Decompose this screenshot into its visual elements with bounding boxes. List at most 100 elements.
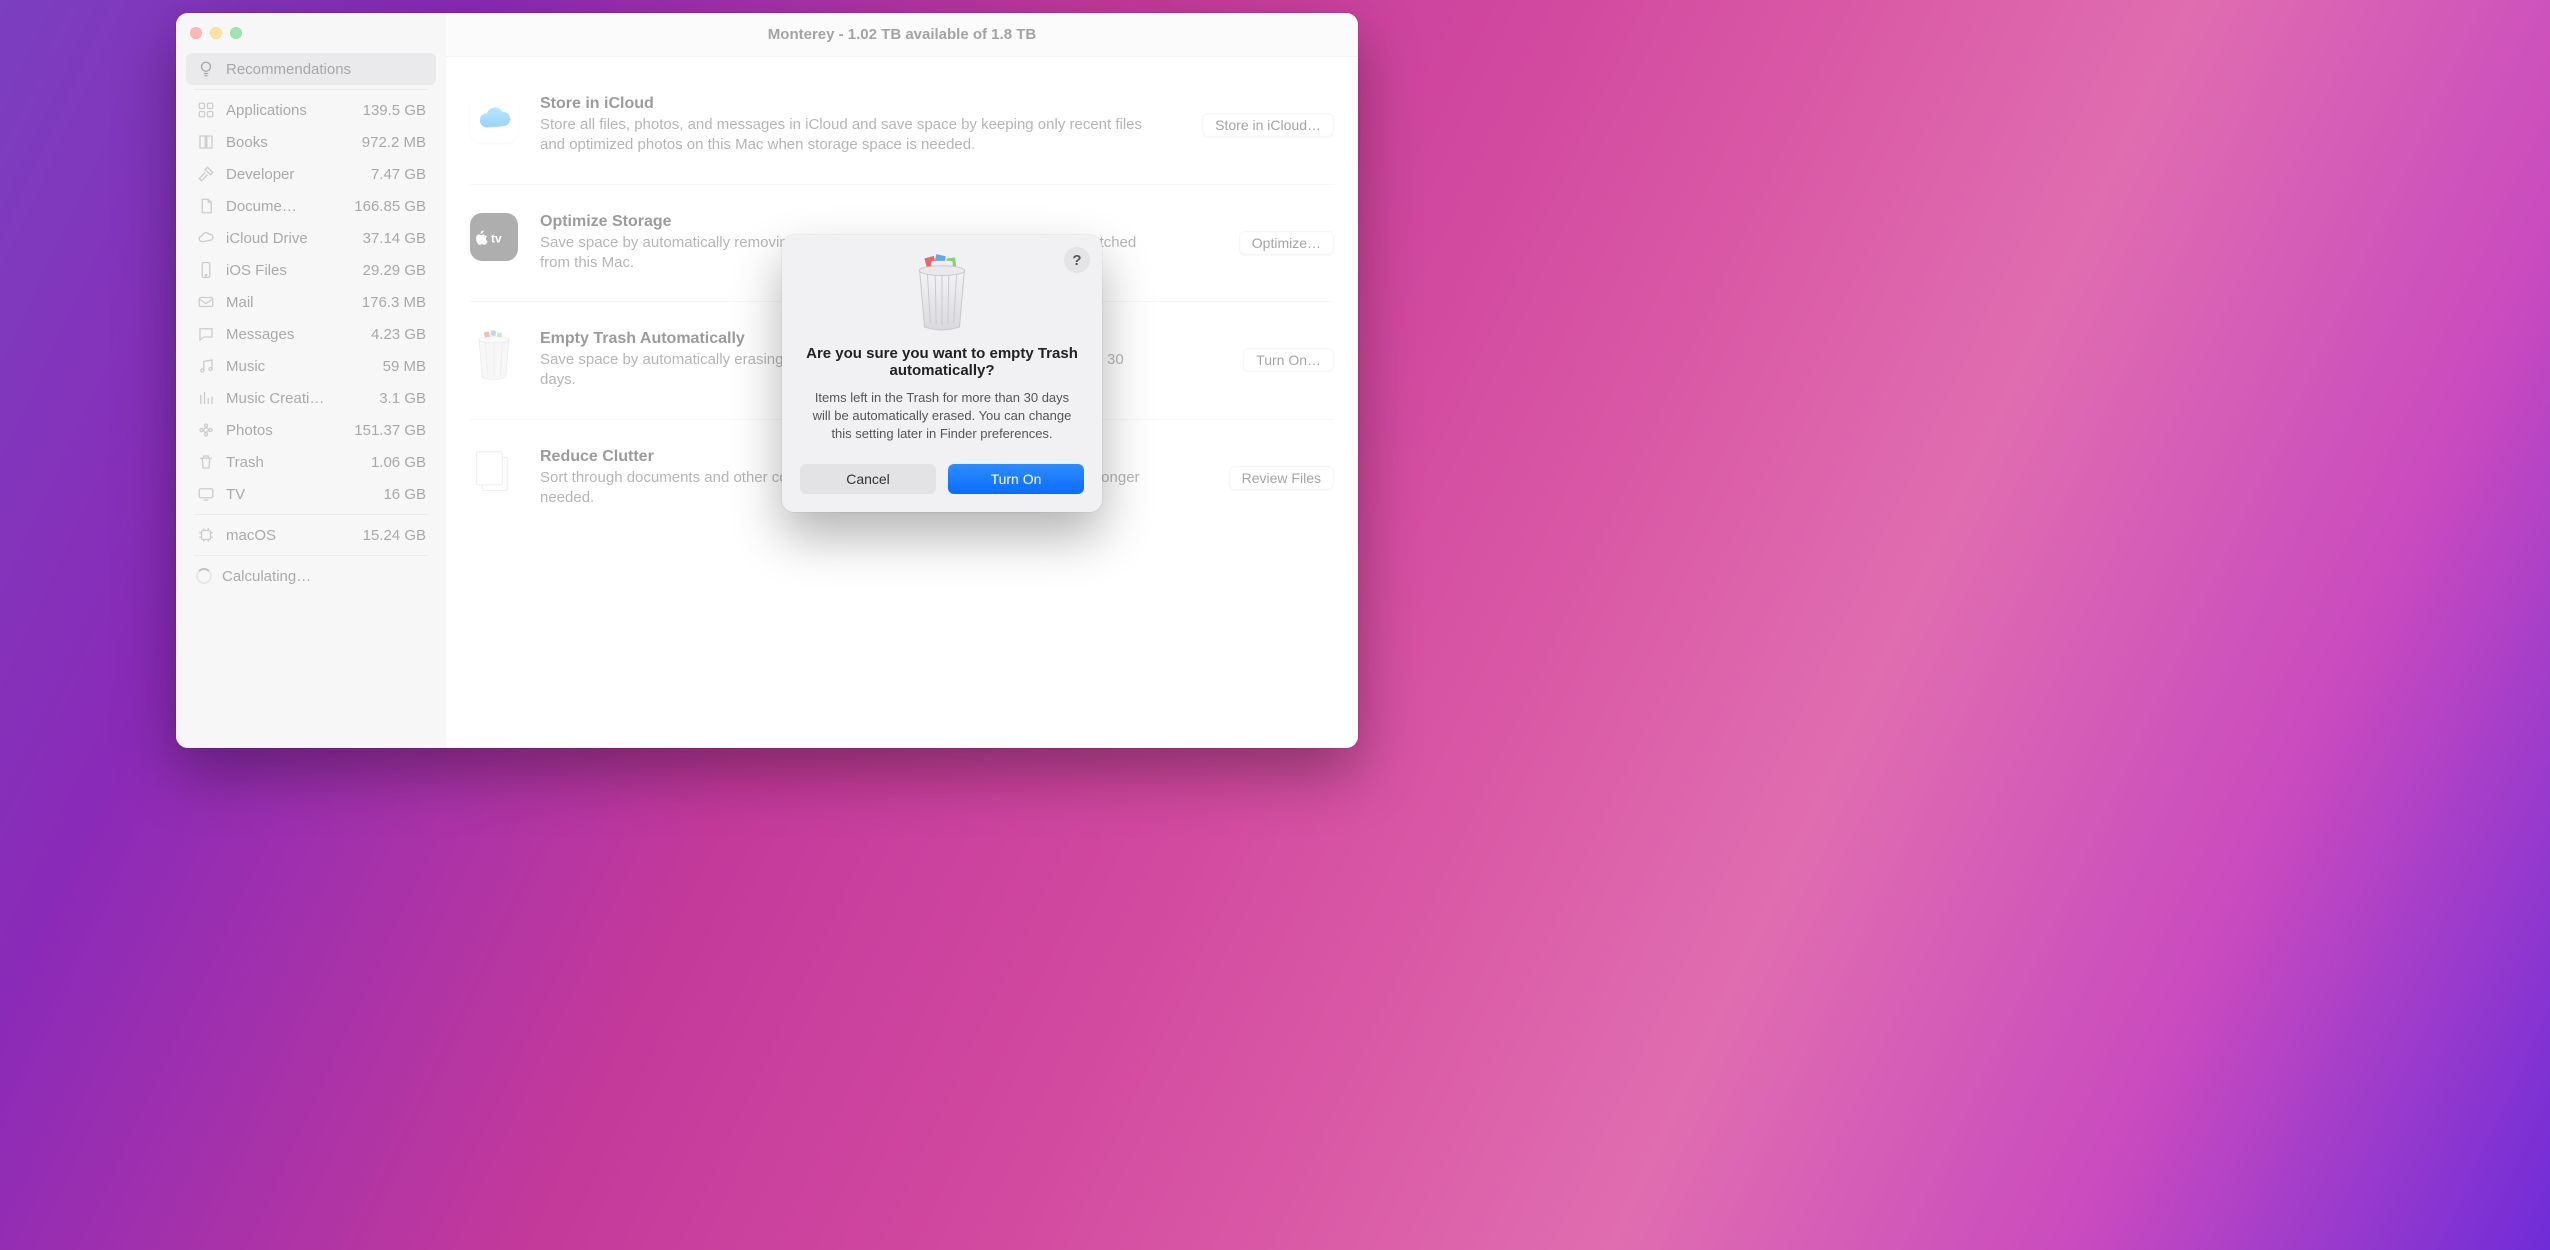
icloud-button[interactable]: Store in iCloud… xyxy=(1202,113,1334,137)
phone-icon xyxy=(196,260,216,280)
chip-icon xyxy=(196,525,216,545)
dialog-buttons: Cancel Turn On xyxy=(800,464,1084,494)
sidebar-item-label: Books xyxy=(226,134,352,151)
clutter-button[interactable]: Review Files xyxy=(1229,466,1334,490)
confirm-button[interactable]: Turn On xyxy=(948,464,1084,494)
zoom-button[interactable] xyxy=(230,27,242,39)
book-icon xyxy=(196,132,216,152)
sidebar-item-label: Messages xyxy=(226,326,361,343)
sidebar-item-ios-files[interactable]: iOS Files 29.29 GB xyxy=(186,254,436,286)
block-text: Store in iCloud Store all files, photos,… xyxy=(540,95,1162,156)
help-icon: ? xyxy=(1072,252,1081,269)
block-action: Store in iCloud… xyxy=(1184,95,1334,156)
sidebar-item-size: 139.5 GB xyxy=(363,102,426,119)
sidebar-item-trash[interactable]: Trash 1.06 GB xyxy=(186,446,436,478)
sidebar-item-recommendations[interactable]: Recommendations xyxy=(186,53,436,85)
mix-icon xyxy=(196,388,216,408)
mail-icon xyxy=(196,292,216,312)
music-icon xyxy=(196,356,216,376)
sidebar-item-size: 37.14 GB xyxy=(363,230,426,247)
sidebar-item-books[interactable]: Books 972.2 MB xyxy=(186,126,436,158)
block-title: Optimize Storage xyxy=(540,213,1162,231)
sidebar-item-icloud-drive[interactable]: iCloud Drive 37.14 GB xyxy=(186,222,436,254)
documents-icon xyxy=(470,448,518,496)
sidebar-item-size: 7.47 GB xyxy=(371,166,426,183)
confirm-dialog: ? xyxy=(782,235,1102,512)
trash-icon xyxy=(470,330,518,378)
sidebar-item-size: 16 GB xyxy=(383,486,426,503)
sidebar-item-mail[interactable]: Mail 176.3 MB xyxy=(186,286,436,318)
sidebar-item-music[interactable]: Music 59 MB xyxy=(186,350,436,382)
close-button[interactable] xyxy=(190,27,202,39)
window-controls xyxy=(186,23,436,53)
sidebar-item-size: 15.24 GB xyxy=(363,527,426,544)
spinner-icon xyxy=(196,568,212,584)
sidebar-item-label: Calculating… xyxy=(222,568,426,585)
block-action: Review Files xyxy=(1184,448,1334,509)
minimize-button[interactable] xyxy=(210,27,222,39)
sidebar-item-label: Recommendations xyxy=(226,61,426,78)
sidebar-item-messages[interactable]: Messages 4.23 GB xyxy=(186,318,436,350)
block-desc: Store all files, photos, and messages in… xyxy=(540,115,1162,156)
sidebar-item-label: Trash xyxy=(226,454,361,471)
sidebar-item-size: 4.23 GB xyxy=(371,326,426,343)
trash-icon xyxy=(196,452,216,472)
sidebar-item-size: 29.29 GB xyxy=(363,262,426,279)
optimize-button[interactable]: Optimize… xyxy=(1239,231,1334,255)
window-title: Monterey - 1.02 TB available of 1.8 TB xyxy=(446,13,1358,57)
sidebar-item-docume-[interactable]: Docume… 166.85 GB xyxy=(186,190,436,222)
block-action: Turn On… xyxy=(1184,330,1334,391)
sidebar-item-label: iOS Files xyxy=(226,262,353,279)
tv-icon xyxy=(196,484,216,504)
sidebar-item-label: Applications xyxy=(226,102,353,119)
doc-icon xyxy=(196,196,216,216)
sidebar-item-tv[interactable]: TV 16 GB xyxy=(186,478,436,510)
sidebar-item-size: 1.06 GB xyxy=(371,454,426,471)
sidebar-item-label: Music xyxy=(226,358,373,375)
sidebar-item-size: 166.85 GB xyxy=(354,198,426,215)
cloud-icon xyxy=(196,228,216,248)
sidebar-item-size: 3.1 GB xyxy=(379,390,426,407)
sidebar-item-label: Music Creati… xyxy=(226,390,369,407)
dialog-body: Items left in the Trash for more than 30… xyxy=(800,389,1084,444)
sidebar-item-music-creati-[interactable]: Music Creati… 3.1 GB xyxy=(186,382,436,414)
bulb-icon xyxy=(196,59,216,79)
sidebar-footer-calculating-: Calculating… xyxy=(186,560,436,592)
window-title-text: Monterey - 1.02 TB available of 1.8 TB xyxy=(768,26,1036,43)
sidebar-item-label: Developer xyxy=(226,166,361,183)
help-button[interactable]: ? xyxy=(1064,247,1090,273)
sidebar-item-size: 59 MB xyxy=(383,358,426,375)
sidebar-item-label: Docume… xyxy=(226,198,344,215)
block-title: Store in iCloud xyxy=(540,95,1162,113)
trash-button[interactable]: Turn On… xyxy=(1243,348,1334,372)
sidebar-item-size: 176.3 MB xyxy=(362,294,426,311)
hammer-icon xyxy=(196,164,216,184)
sidebar-item-developer[interactable]: Developer 7.47 GB xyxy=(186,158,436,190)
apps-icon xyxy=(196,100,216,120)
svg-text:tv: tv xyxy=(491,231,502,245)
sidebar-item-size: 972.2 MB xyxy=(362,134,426,151)
cancel-button[interactable]: Cancel xyxy=(800,464,936,494)
sidebar-item-label: iCloud Drive xyxy=(226,230,353,247)
sidebar-item-photos[interactable]: Photos 151.37 GB xyxy=(186,414,436,446)
dialog-title: Are you sure you want to empty Trash aut… xyxy=(800,345,1084,379)
sidebar-item-applications[interactable]: Applications 139.5 GB xyxy=(186,94,436,126)
cloud-icon xyxy=(470,95,518,143)
appletv-icon: tv xyxy=(470,213,518,261)
sidebar-separator xyxy=(194,555,428,556)
msg-icon xyxy=(196,324,216,344)
trash-icon xyxy=(908,253,976,331)
sidebar-separator xyxy=(194,89,428,90)
sidebar-item-label: Photos xyxy=(226,422,344,439)
photos-icon xyxy=(196,420,216,440)
sidebar-item-label: macOS xyxy=(226,527,353,544)
sidebar-footer-macos: macOS 15.24 GB xyxy=(186,519,436,551)
block-action: Optimize… xyxy=(1184,213,1334,274)
block-icloud: Store in iCloud Store all files, photos,… xyxy=(470,67,1334,185)
sidebar: Recommendations Applications 139.5 GB Books… xyxy=(176,13,446,748)
sidebar-item-label: Mail xyxy=(226,294,352,311)
storage-window: Recommendations Applications 139.5 GB Books… xyxy=(176,13,1358,748)
sidebar-item-label: TV xyxy=(226,486,373,503)
sidebar-item-size: 151.37 GB xyxy=(354,422,426,439)
sidebar-separator xyxy=(194,514,428,515)
